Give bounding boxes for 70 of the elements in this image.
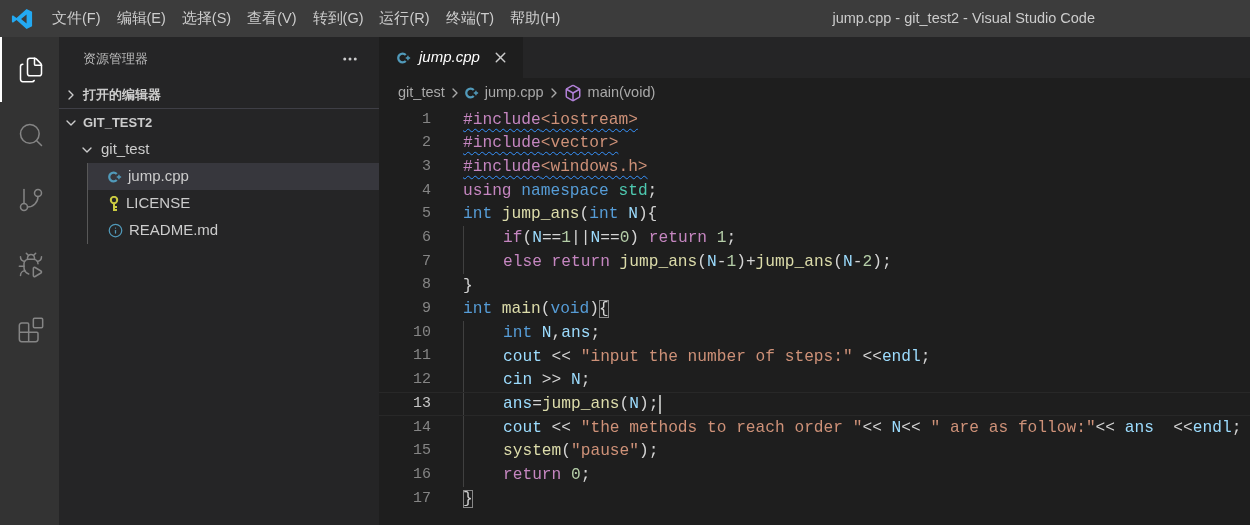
code-line: int jump_ans(int N){	[463, 204, 658, 226]
app-logo-icon	[11, 7, 33, 30]
folder-row[interactable]: git_test	[59, 136, 379, 163]
text-cursor	[659, 394, 662, 414]
code-line: cout << "input the number of steps:" <<endl;	[463, 344, 931, 369]
menu-item[interactable]: 查看(V)	[239, 7, 305, 30]
line-number: 15	[412, 441, 431, 462]
breadcrumb-item[interactable]: main(void)	[587, 82, 656, 104]
code-line: int main(void){	[463, 299, 609, 321]
breadcrumb-item[interactable]: jump.cpp	[484, 82, 544, 104]
file-row[interactable]: LICENSE	[88, 190, 379, 217]
file-name: jump.cpp	[128, 166, 189, 187]
code-line: }	[463, 275, 473, 297]
cube-icon	[563, 84, 582, 102]
menu-item[interactable]: 文件(F)	[44, 7, 109, 30]
line-number: 12	[412, 370, 431, 391]
code-line: else return jump_ans(N-1)+jump_ans(N-2);	[463, 250, 892, 274]
line-number: 6	[421, 228, 431, 249]
line-number: 14	[412, 417, 431, 438]
code-line: int N,ans;	[463, 321, 601, 345]
line-number: 16	[412, 464, 431, 485]
section-title: 打开的编辑器	[83, 85, 161, 104]
code-line: ans=jump_ans(N);	[463, 393, 662, 415]
line-number: 5	[421, 204, 431, 225]
line-number: 2	[421, 133, 431, 154]
sidebar-title: 资源管理器	[83, 50, 148, 69]
code-line: using namespace std;	[463, 180, 658, 202]
cpp-file-icon	[464, 86, 479, 100]
code-line: return 0;	[463, 463, 591, 487]
line-number: 11	[412, 346, 431, 367]
section-header[interactable]: GIT_TEST2	[59, 109, 379, 136]
code-line: cout << "the methods to reach order "<< N<< " are as follow:"<< ans <<endl;	[463, 415, 1242, 440]
code-line: #include<vector>	[463, 133, 619, 155]
code-line: #include<iostream>	[463, 109, 638, 131]
file-name: README.md	[129, 220, 219, 241]
line-number: 13	[412, 393, 431, 414]
info-icon	[108, 223, 123, 238]
file-row[interactable]: jump.cpp	[88, 163, 379, 190]
line-number: 1	[421, 109, 431, 130]
menu-item[interactable]: 帮助(H)	[502, 7, 569, 30]
cpp-file-icon	[108, 169, 122, 184]
menu-item[interactable]: 转到(G)	[304, 7, 372, 30]
breadcrumb-item[interactable]: git_test	[398, 82, 445, 104]
section-title: GIT_TEST2	[83, 113, 153, 132]
line-number: 10	[412, 322, 431, 343]
menu-item[interactable]: 终端(T)	[437, 7, 503, 30]
menu-item[interactable]: 运行(R)	[371, 7, 438, 30]
code-line: }	[463, 488, 473, 510]
file-name: LICENSE	[126, 193, 191, 214]
line-number: 3	[421, 156, 431, 177]
menu-item[interactable]: 编辑(E)	[108, 7, 174, 30]
section-header[interactable]: 打开的编辑器	[59, 81, 379, 108]
folder-name: git_test	[101, 139, 150, 160]
code-line: system("pause");	[463, 439, 659, 464]
window-title: jump.cpp - git_test2 - Visual Studio Code	[832, 8, 1095, 28]
line-number: 4	[421, 180, 431, 201]
key-icon	[108, 195, 120, 212]
cpp-file-icon	[397, 50, 411, 65]
line-number: 17	[412, 488, 431, 509]
line-number: 9	[421, 299, 431, 320]
code-line: if(N==1||N==0) return 1;	[463, 226, 737, 251]
blocks-icon[interactable]	[16, 315, 45, 344]
line-number: 7	[421, 251, 431, 272]
menu-item[interactable]: 选择(S)	[173, 7, 240, 30]
file-row[interactable]: README.md	[88, 217, 379, 244]
editor-tab[interactable]: jump.cpp	[379, 37, 523, 78]
bug-play-icon[interactable]	[16, 250, 45, 279]
code-line: #include<windows.h>	[463, 157, 648, 179]
tab-label: jump.cpp	[419, 47, 480, 68]
line-number: 8	[421, 275, 431, 296]
